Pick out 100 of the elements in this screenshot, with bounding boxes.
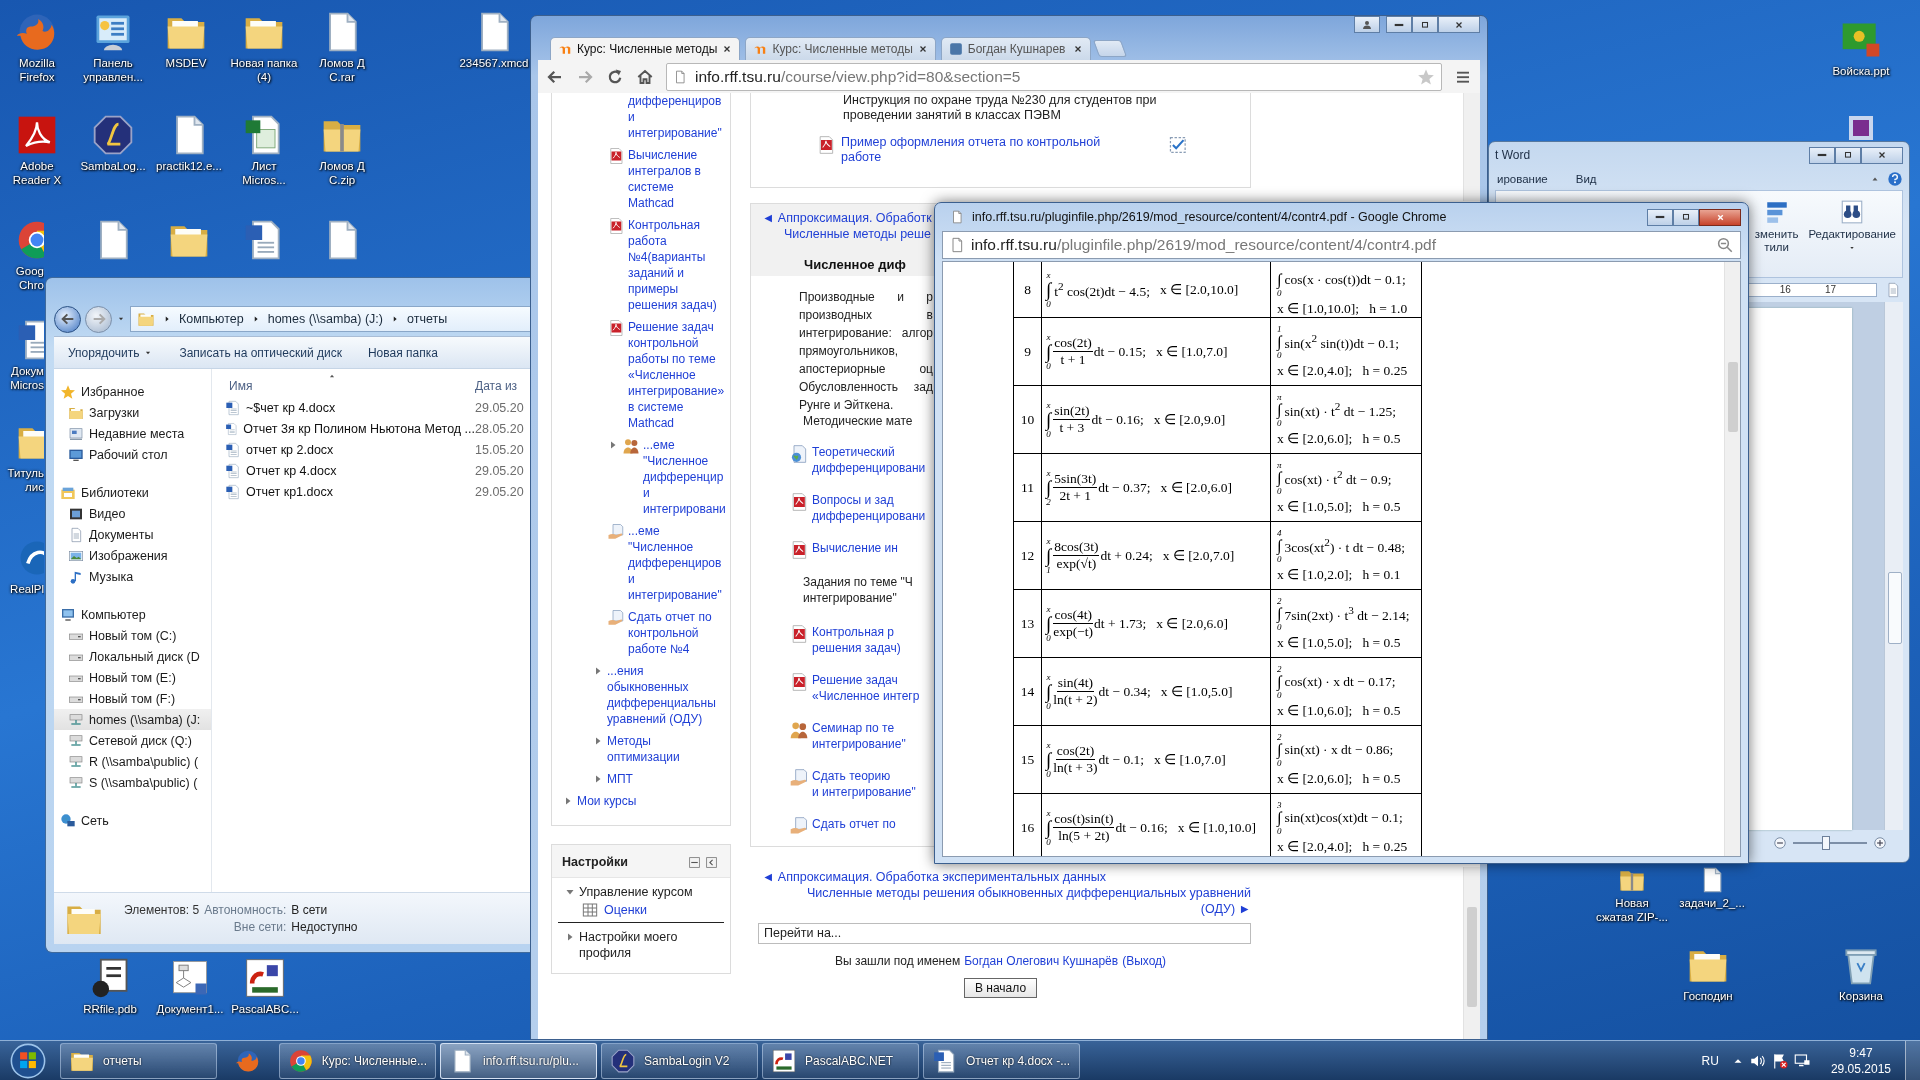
close-button[interactable] — [1438, 16, 1480, 33]
slider-thumb[interactable] — [1822, 836, 1831, 850]
breadcrumb[interactable]: отчеты — [407, 312, 448, 326]
activity-link[interactable]: Решение задач «Численное интегр — [812, 672, 920, 704]
activity-link[interactable]: Вычисление ин — [812, 540, 898, 556]
tree-item[interactable]: Управление курсом — [579, 884, 693, 900]
user-link[interactable]: Богдан Олегович Кушнарёв — [964, 954, 1119, 968]
file-name[interactable]: Отчет кр1.docx — [225, 483, 475, 500]
nav-link[interactable]: Решение задач контрольной работы по теме «Численное интегрирование» в системе Mathcad — [628, 319, 725, 431]
language-indicator[interactable]: RU — [1701, 1054, 1719, 1068]
nav-item[interactable]: Видео — [54, 503, 211, 524]
nav-item[interactable]: Недавние места — [54, 423, 211, 444]
resource-link[interactable]: Пример оформления отчета по контрольной работе — [841, 135, 1101, 165]
desktop-shortcut[interactable]: Новая папка (4) — [226, 10, 302, 84]
minimize-button[interactable] — [1386, 16, 1412, 33]
desktop-shortcut[interactable]: задачи_2_... — [1674, 866, 1750, 910]
nav-link[interactable]: Оценки — [604, 903, 648, 917]
change-styles-button[interactable]: зменить тили — [1754, 199, 1799, 254]
minimize-button[interactable] — [1647, 208, 1673, 226]
file-name[interactable]: ~$чет кр 4.docx — [225, 399, 475, 416]
toolbar-button[interactable]: Новая папка — [367, 345, 438, 360]
nav-link[interactable]: Вычисление интегралов в системе Mathcad — [628, 147, 701, 211]
browser-tab[interactable]: Курс: Численные методы — [550, 37, 741, 60]
nav-link[interactable]: дифференциров и интегрирование" — [628, 93, 722, 141]
nav-item[interactable]: Загрузки — [54, 402, 211, 423]
column-header[interactable]: Дата из — [475, 379, 518, 393]
browser-tab[interactable]: Курс: Численные методы — [745, 37, 936, 60]
activity-link[interactable]: Семинар по те интегрирование" — [812, 720, 906, 752]
desktop-shortcut[interactable]: RealPl — [0, 536, 44, 596]
nav-item[interactable]: Рабочий стол — [54, 444, 211, 465]
nav-item[interactable]: Сеть — [54, 810, 211, 831]
ribbon-tab[interactable]: ирование — [1497, 173, 1548, 185]
desktop-shortcut[interactable]: 234567.xmcd — [456, 10, 532, 70]
breadcrumb[interactable]: Компьютер — [179, 312, 244, 326]
toolbar-button[interactable]: Упорядочить — [68, 345, 154, 360]
nav-item[interactable]: R (\\samba\public) ( — [54, 751, 211, 772]
column-header[interactable]: Имя — [229, 379, 475, 393]
desktop-shortcut[interactable]: RRfile.pdb — [72, 956, 148, 1016]
editing-button[interactable]: Редактирование — [1808, 199, 1896, 252]
logout-link[interactable]: (Выход) — [1122, 954, 1167, 968]
desktop-shortcut[interactable]: Ломов Д C.zip — [304, 113, 380, 187]
desktop-shortcut[interactable]: Корзина — [1823, 943, 1899, 1003]
nav-item[interactable]: homes (\\samba) (J: — [54, 709, 211, 730]
activity-link[interactable]: Контрольная р решения задач) — [812, 624, 901, 656]
nav-link[interactable]: ...ения обыкновенных дифференциальны уравнений (ОДУ) — [607, 663, 716, 727]
nav-item[interactable]: S (\\samba\public) ( — [54, 772, 211, 793]
nav-item[interactable]: Новый том (C:) — [54, 625, 211, 646]
activity-link[interactable]: Вопросы и зад дифференцировани — [812, 492, 926, 524]
show-desktop-button[interactable] — [1905, 1041, 1920, 1080]
desktop-shortcut[interactable]: MSDEV — [148, 10, 224, 70]
file-name[interactable]: отчет кр 2.docx — [225, 441, 475, 458]
nav-link[interactable]: Методы оптимизации — [607, 733, 680, 765]
next-section-link[interactable]: Численные методы решения обыкновенных дифференциальных уравнений (ОДУ) ► — [762, 885, 1251, 917]
maximize-button[interactable] — [1673, 208, 1699, 226]
nav-item[interactable]: Музыка — [54, 566, 211, 587]
prev-section-link[interactable]: ◄ Аппроксимация. Обработка экспериментальных данных — [762, 869, 1251, 885]
desktop-shortcut[interactable]: SambaLog... — [75, 113, 151, 173]
taskbar-button[interactable]: Курс: Численные... — [279, 1043, 436, 1079]
jump-select[interactable]: Перейти на... — [758, 923, 1251, 944]
scrollbar[interactable] — [1884, 302, 1903, 830]
nav-link[interactable]: Мои курсы — [577, 793, 637, 809]
profile-button[interactable] — [1354, 16, 1380, 33]
next-section-link[interactable]: Численные методы реше — [784, 226, 932, 242]
browser-tab[interactable]: Богдан Кушнарев — [940, 37, 1091, 60]
desktop-shortcut[interactable]: Новая сжатая ZIP-... — [1594, 866, 1670, 924]
nav-link[interactable]: Сдать отчет по контрольной работе №4 — [628, 609, 712, 657]
desktop-shortcut[interactable]: Документ1... — [152, 956, 228, 1016]
desktop-shortcut[interactable]: Mozilla Firefox — [0, 10, 75, 84]
nav-item[interactable]: Новый том (F:) — [54, 688, 211, 709]
nav-link[interactable]: Контрольная работа №4(варианты заданий и примеры решения задач) — [628, 217, 717, 313]
nav-item[interactable]: Новый том (E:) — [54, 667, 211, 688]
close-button[interactable] — [1699, 208, 1741, 226]
nav-link[interactable]: ...еме "Численное дифференциров и интегрирование" — [628, 523, 722, 603]
nav-link[interactable]: ...еме "Численное дифференцир и интегрировани — [643, 437, 726, 517]
address-field[interactable]: info.rff.tsu.ru/pluginfile.php/2619/mod_resource/content/4/contr4.pdf — [942, 231, 1741, 259]
activity-link[interactable]: Теоретический дифференцировани — [812, 444, 926, 476]
desktop-shortcut[interactable]: Войска.ppt — [1823, 18, 1899, 78]
nav-item[interactable]: Сетевой диск (Q:) — [54, 730, 211, 751]
nav-item[interactable]: Изображения — [54, 545, 211, 566]
taskbar-button[interactable]: PascalABC.NET — [762, 1043, 919, 1079]
nav-item[interactable]: Библиотеки — [54, 482, 211, 503]
ribbon-tab[interactable]: Вид — [1575, 173, 1597, 185]
scrollbar[interactable] — [1463, 867, 1480, 1039]
tree-item[interactable]: Настройки моего профиля — [579, 929, 678, 961]
desktop-shortcut[interactable]: Господин — [1670, 943, 1746, 1003]
taskbar-button[interactable]: SambaLogin V2 — [601, 1043, 758, 1079]
close-button[interactable] — [1861, 146, 1903, 164]
desktop-shortcut[interactable]: Панель управлен... — [75, 10, 151, 84]
desktop-shortcut[interactable]: Adobe Reader X — [0, 113, 75, 187]
nav-link[interactable]: МПТ — [607, 771, 633, 787]
nav-item[interactable]: Избранное — [54, 381, 211, 402]
desktop-shortcut[interactable]: PascalABC... — [227, 956, 303, 1016]
desktop-shortcut[interactable]: practik12.e... — [151, 113, 227, 173]
home-button[interactable]: В начало — [963, 978, 1038, 998]
back-button[interactable] — [54, 305, 81, 333]
taskbar-button[interactable]: Отчет кр 4.docx -... — [923, 1043, 1080, 1079]
nav-item[interactable]: Компьютер — [54, 604, 211, 625]
prev-section-link[interactable]: ◄ Аппроксимация. Обработк — [762, 210, 932, 226]
file-name[interactable]: Отчет 3я кр Полином Ньютона Метод ... — [225, 420, 475, 437]
breadcrumb[interactable]: homes (\\samba) (J:) — [267, 312, 383, 326]
